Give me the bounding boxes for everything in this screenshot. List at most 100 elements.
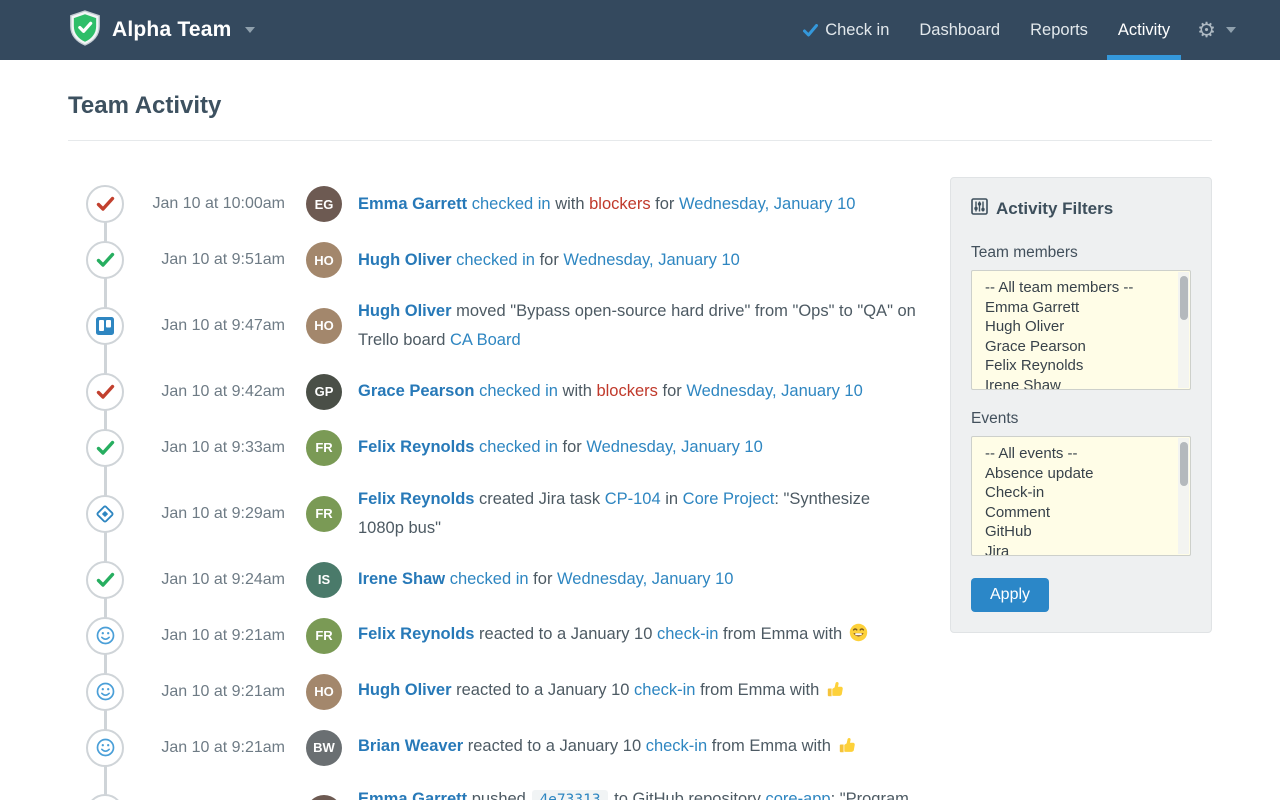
activity-link[interactable]: check-in (646, 737, 707, 755)
member-name-link[interactable]: Felix Reynolds (358, 438, 474, 456)
avatar[interactable]: EG (306, 186, 342, 222)
activity-link[interactable]: checked in (452, 251, 535, 269)
activity-link[interactable]: Wednesday, January 10 (686, 382, 862, 400)
avatar[interactable]: IS (306, 561, 342, 598)
member-name-link[interactable]: Irene Shaw (358, 570, 445, 588)
activity-text: Hugh Oliver checked in for Wednesday, Ja… (358, 246, 740, 275)
avatar[interactable]: FR (306, 429, 342, 466)
listbox-option[interactable]: -- All events -- (972, 444, 1190, 464)
plain-text: with (557, 382, 597, 401)
activity-link[interactable]: check-in (634, 681, 695, 699)
gear-icon: ⚙ (1197, 18, 1216, 42)
timestamp: Jan 10 at 9:21am (161, 626, 285, 644)
activity-text: Emma Garrett checked in with blockers fo… (358, 190, 855, 219)
team-shield-logo-icon (68, 9, 102, 52)
member-name-link[interactable]: Hugh Oliver (358, 681, 452, 699)
member-name-link[interactable]: Hugh Oliver (358, 251, 452, 269)
listbox-option[interactable]: Absence update (972, 464, 1190, 484)
activity-timeline: Jan 10 at 10:00am EG Emma Garrett checked … (68, 141, 950, 800)
activity-link[interactable]: Core Project (683, 490, 775, 508)
github-icon (86, 794, 124, 800)
member-name-link[interactable]: Felix Reynolds (358, 625, 474, 643)
filters-sliders-icon (971, 198, 988, 220)
avatar[interactable]: FR (306, 617, 342, 654)
plain-text: from Emma with (695, 680, 824, 699)
activity-link[interactable]: Wednesday, January 10 (557, 570, 733, 588)
activity-link[interactable]: Wednesday, January 10 (586, 438, 762, 456)
jira-icon (86, 494, 124, 533)
apply-filters-button[interactable]: Apply (971, 578, 1050, 612)
commit-hash-badge[interactable]: 4e73313 (532, 789, 608, 800)
events-listbox[interactable]: -- All events -- Absence update Check-in Co… (971, 436, 1191, 556)
team-switcher[interactable]: Alpha Team (68, 9, 256, 52)
listbox-scrollbar[interactable] (1178, 438, 1189, 554)
avatar[interactable]: GP (306, 373, 342, 410)
timeline-row: Jan 10 at 9:21am BW Brian Weaver reacted t… (68, 728, 950, 767)
member-name-link[interactable]: Felix Reynolds (358, 490, 474, 508)
plain-text: for (528, 570, 558, 589)
team-members-listbox[interactable]: -- All team members -- Emma Garrett Hugh O… (971, 270, 1191, 390)
listbox-option[interactable]: Hugh Oliver (972, 317, 1190, 337)
avatar[interactable]: HO (306, 242, 342, 278)
activity-link[interactable]: checked in (474, 382, 558, 400)
member-name-link[interactable]: Hugh Oliver (358, 302, 452, 320)
team-dropdown-caret-icon (245, 27, 256, 33)
nav-link-reports[interactable]: Reports (1015, 0, 1103, 60)
avatar[interactable]: EG (306, 795, 342, 800)
timeline-row: Jan 10 at 9:42am GP Grace Pearson checked … (68, 372, 950, 411)
timestamp: Jan 10 at 9:42am (161, 382, 285, 400)
activity-text: Felix Reynolds created Jira task CP-104 … (358, 485, 918, 543)
activity-link[interactable]: Wednesday, January 10 (679, 195, 855, 213)
nav-link-checkin[interactable]: Check in (788, 0, 904, 60)
filters-header: Activity Filters (971, 198, 1191, 220)
avatar[interactable]: HO (306, 673, 342, 710)
listbox-option[interactable]: Grace Pearson (972, 337, 1190, 357)
timestamp: Jan 10 at 9:51am (161, 251, 285, 268)
timeline-row: Jan 10 at 9:33am FR Felix Reynolds checked… (68, 428, 950, 467)
listbox-option[interactable]: Irene Shaw (972, 376, 1190, 390)
member-name-link[interactable]: Grace Pearson (358, 382, 474, 400)
activity-link[interactable]: Wednesday, January 10 (563, 251, 739, 269)
thumbs-up-emoji (826, 679, 844, 708)
listbox-scrollbar[interactable] (1178, 272, 1189, 388)
activity-link[interactable]: checked in (467, 195, 551, 213)
events-label: Events (971, 410, 1019, 427)
plain-text: reacted to a January 10 (451, 680, 635, 699)
activity-link[interactable]: CP-104 (605, 490, 661, 508)
member-name-link[interactable]: Brian Weaver (358, 737, 463, 755)
nav-link-dashboard[interactable]: Dashboard (904, 0, 1015, 60)
nav-links: Check in Dashboard Reports Activity (788, 0, 1185, 60)
activity-link[interactable]: core-app (765, 790, 830, 800)
listbox-option[interactable]: GitHub (972, 522, 1190, 542)
listbox-option[interactable]: -- All team members -- (972, 278, 1190, 298)
plain-text: for (657, 382, 687, 401)
activity-link[interactable]: checked in (445, 570, 529, 588)
listbox-option[interactable]: Felix Reynolds (972, 356, 1190, 376)
listbox-option[interactable]: Jira (972, 542, 1190, 556)
settings-menu[interactable]: ⚙ (1185, 20, 1240, 41)
plain-text: reacted to a January 10 (474, 624, 657, 643)
activity-text: Hugh Oliver moved "Bypass open-source ha… (358, 297, 918, 355)
timeline-row: Jan 10 at 9:21am HO Hugh Oliver reacted to… (68, 672, 950, 711)
listbox-option[interactable]: Comment (972, 503, 1190, 523)
thumbs-up-emoji (838, 735, 856, 764)
timestamp: Jan 10 at 9:21am (161, 682, 285, 700)
member-name-link[interactable]: Emma Garrett (358, 790, 467, 800)
team-members-label: Team members (971, 244, 1078, 261)
listbox-option[interactable]: Check-in (972, 483, 1190, 503)
activity-link[interactable]: checked in (474, 438, 558, 456)
member-name-link[interactable]: Emma Garrett (358, 195, 467, 213)
avatar[interactable]: BW (306, 729, 342, 766)
timeline-row: Jan 10 at 10:00am EG Emma Garrett checked … (68, 185, 950, 223)
avatar[interactable]: FR (306, 495, 342, 532)
activity-link[interactable]: CA Board (450, 331, 521, 349)
avatar[interactable]: HO (306, 307, 342, 344)
nav-link-label: Reports (1030, 20, 1088, 39)
activity-link[interactable]: check-in (657, 625, 718, 643)
nav-link-label: Check in (825, 20, 890, 39)
plain-text: with (550, 194, 590, 213)
nav-link-activity[interactable]: Activity (1103, 0, 1185, 60)
plain-text: created Jira task (474, 489, 605, 508)
listbox-option[interactable]: Emma Garrett (972, 298, 1190, 318)
plain-text: for (534, 250, 564, 269)
